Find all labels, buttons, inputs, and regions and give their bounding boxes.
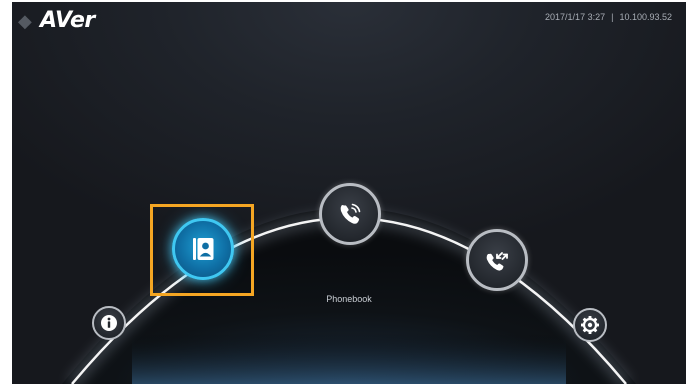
focus-highlight-frame (150, 204, 254, 296)
phone-ring-icon (340, 203, 361, 224)
aver-logo: AVer (40, 8, 95, 33)
call-history-button[interactable] (466, 229, 528, 291)
ip-address: 10.100.93.52 (619, 12, 672, 22)
info-button[interactable] (92, 306, 126, 340)
gear-icon (581, 316, 599, 334)
phone-arrows-icon (486, 252, 508, 271)
call-button[interactable] (319, 183, 381, 245)
datetime: 2017/1/17 3:27 (545, 12, 606, 22)
info-icon (101, 315, 117, 331)
main-screen: ◆ AVer 2017/1/17 3:27 | 10.100.93.52 Pho… (12, 2, 686, 384)
status-bar: 2017/1/17 3:27 | 10.100.93.52 (545, 12, 672, 22)
settings-button[interactable] (573, 308, 607, 342)
brand-mark-icon: ◆ (18, 11, 32, 31)
focused-item-caption: Phonebook (326, 294, 372, 304)
status-separator: | (611, 12, 614, 22)
